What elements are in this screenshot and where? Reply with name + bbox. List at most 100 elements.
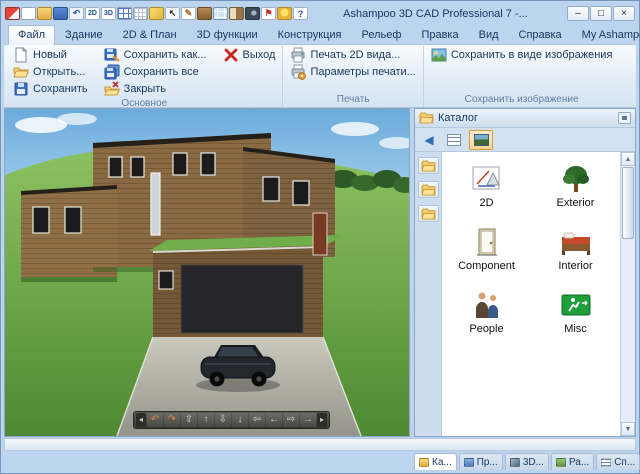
catalog-item-people[interactable]: People <box>442 290 531 335</box>
nav-pan-left-button[interactable]: ⇦ <box>249 413 265 428</box>
catalog-item-label: Interior <box>558 260 593 273</box>
undo-icon[interactable] <box>69 7 84 21</box>
nav-collapse-right-button[interactable]: ▸ <box>317 413 327 428</box>
house-render <box>5 109 409 437</box>
tab-construction[interactable]: Конструкция <box>268 25 352 44</box>
bottom-tab-work[interactable]: Ра... <box>550 453 595 470</box>
save-all-label: Сохранить все <box>123 66 199 79</box>
catalog-root-folder-button[interactable] <box>417 157 439 175</box>
catalog-scrollbar[interactable]: ▲ ▼ <box>620 152 635 437</box>
ribbon: Новый Открыть... Сохранить Сохранить как… <box>4 44 636 109</box>
3d-view-icon[interactable]: 3D <box>101 7 116 21</box>
bottom-tab-project[interactable]: Пр... <box>458 453 503 470</box>
catalog-grid: 2D Exterior Component Interior People Mi… <box>442 152 620 437</box>
scrollbar-track[interactable] <box>621 240 635 422</box>
light-icon[interactable] <box>277 7 292 21</box>
print-2d-label: Печать 2D вида... <box>310 49 401 62</box>
save-icon[interactable] <box>53 7 68 21</box>
nav-tilt-up-button[interactable]: ⇧ <box>181 413 197 428</box>
app-window: 2D 3D Ashampoo 3D CAD Professional 7 -..… <box>0 0 640 474</box>
3d-viewport[interactable]: ◂ ↶ ↷ ⇧ ↑ ⇩ ↓ ⇦ ← ⇨ → ▸ <box>4 108 410 438</box>
minimize-button[interactable]: – <box>567 6 589 22</box>
catalog-item-misc[interactable]: Misc <box>531 290 620 335</box>
group-title-print: Печать <box>336 94 370 106</box>
bottom-tab-catalog[interactable]: Ка... <box>414 453 457 470</box>
tab-2d-plan[interactable]: 2D & План <box>113 25 187 44</box>
print-2d-button[interactable]: Печать 2D вида... <box>288 47 417 63</box>
maximize-button[interactable]: □ <box>590 6 612 22</box>
nav-tilt-down-button[interactable]: ⇩ <box>215 413 231 428</box>
door-tool-icon[interactable] <box>229 7 244 21</box>
scrollbar-thumb[interactable] <box>622 167 634 240</box>
bottom-tab-label: Сп... <box>614 456 636 468</box>
grid-icon[interactable] <box>133 7 148 21</box>
tab-edit[interactable]: Правка <box>411 25 468 44</box>
save-button[interactable]: Сохранить <box>11 81 90 97</box>
tab-help[interactable]: Справка <box>509 25 572 44</box>
save-as-image-button[interactable]: Сохранить в виде изображения <box>429 47 615 63</box>
window-controls: – □ × <box>567 6 635 22</box>
nav-rotate-right-button[interactable]: ↷ <box>164 413 180 428</box>
new-button[interactable]: Новый <box>11 47 90 63</box>
save-all-button[interactable]: Сохранить все <box>102 64 209 80</box>
close-button[interactable]: × <box>613 6 635 22</box>
tab-building[interactable]: Здание <box>55 25 113 44</box>
catalog-view-thumbnails-button[interactable] <box>469 129 493 150</box>
help-icon[interactable] <box>293 7 308 21</box>
catalog-objects-folder-button[interactable] <box>417 181 439 199</box>
new-file-icon[interactable] <box>21 7 36 21</box>
2d-view-icon[interactable]: 2D <box>85 7 100 21</box>
close-project-icon <box>103 81 120 97</box>
bottom-tab-list[interactable]: Сп... <box>596 453 640 470</box>
catalog-item-component[interactable]: Component <box>442 227 531 272</box>
flag-icon[interactable] <box>261 7 276 21</box>
floor-plan-icon[interactable] <box>117 7 132 21</box>
catalog-item-exterior[interactable]: Exterior <box>531 164 620 209</box>
wall-tool-icon[interactable] <box>197 7 212 21</box>
nav-rotate-left-button[interactable]: ↶ <box>147 413 163 428</box>
people-category-icon <box>468 290 506 320</box>
project-tab-icon <box>463 457 474 467</box>
catalog-item-2d[interactable]: 2D <box>442 164 531 209</box>
save-all-icon <box>104 64 120 80</box>
open-button[interactable]: Открыть... <box>11 64 90 80</box>
tab-file[interactable]: Файл <box>8 25 56 46</box>
catalog-back-button[interactable]: ◀ <box>419 131 439 149</box>
nav-move-down-button[interactable]: ↓ <box>232 413 248 428</box>
tab-my-ashampoo[interactable]: My Ashampoo <box>572 25 640 44</box>
ruler-icon[interactable] <box>149 7 164 21</box>
tab-3d-functions[interactable]: 3D функции <box>187 25 268 44</box>
tab-terrain[interactable]: Рельеф <box>352 25 412 44</box>
exit-icon <box>223 47 239 63</box>
ribbon-group-print: Печать 2D вида... Параметры печати... Пе… <box>282 46 422 108</box>
catalog-view-list-button[interactable] <box>442 130 466 150</box>
app-logo-icon <box>5 7 20 21</box>
misc-category-icon <box>557 290 595 320</box>
thumbnail-view-icon <box>473 133 489 146</box>
nav-pan-right-button[interactable]: ⇨ <box>283 413 299 428</box>
panel-menu-icon[interactable] <box>618 112 631 125</box>
scroll-up-icon[interactable]: ▲ <box>621 152 635 167</box>
nav-move-up-button[interactable]: ↑ <box>198 413 214 428</box>
catalog-materials-folder-button[interactable] <box>417 205 439 223</box>
window-tool-icon[interactable] <box>213 7 228 21</box>
print-settings-button[interactable]: Параметры печати... <box>288 64 417 81</box>
bottom-tab-3d[interactable]: 3D... <box>504 453 549 470</box>
tab-view[interactable]: Вид <box>469 25 509 44</box>
scroll-down-icon[interactable]: ▼ <box>621 422 635 437</box>
catalog-folder-icon <box>419 112 434 124</box>
save-as-image-label: Сохранить в виде изображения <box>450 49 613 62</box>
pointer-tool-icon[interactable] <box>165 7 180 21</box>
horizontal-scrollbar[interactable] <box>4 438 636 452</box>
exit-button[interactable]: Выход <box>221 47 278 63</box>
nav-step-left-button[interactable]: ← <box>266 413 282 428</box>
nav-step-right-button[interactable]: → <box>300 413 316 428</box>
pen-tool-icon[interactable] <box>181 7 196 21</box>
open-folder-icon[interactable] <box>37 7 52 21</box>
catalog-item-interior[interactable]: Interior <box>531 227 620 272</box>
ribbon-group-main: Новый Открыть... Сохранить Сохранить как… <box>6 46 282 109</box>
save-as-button[interactable]: Сохранить как... <box>102 47 209 63</box>
close-button[interactable]: Закрыть <box>102 81 209 97</box>
nav-collapse-left-button[interactable]: ◂ <box>136 413 146 428</box>
camera-icon[interactable] <box>245 7 260 21</box>
